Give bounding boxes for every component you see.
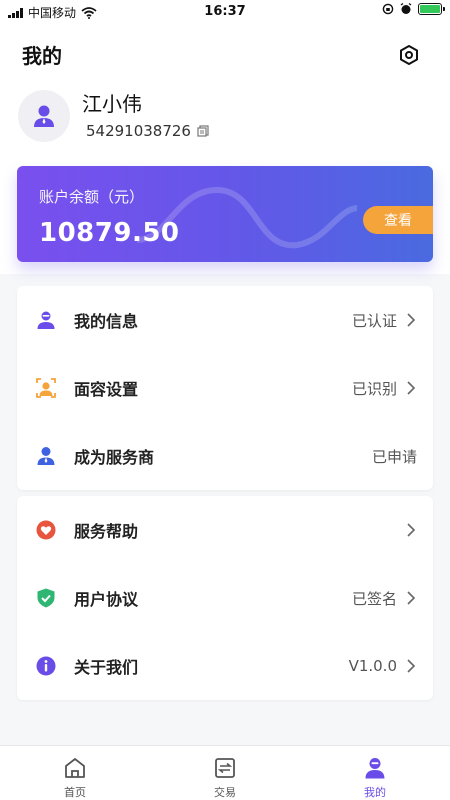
info-icon <box>36 656 56 676</box>
menu-group-about: 服务帮助 用户协议 已签名 关于我们 V1.0.0 <box>17 496 433 700</box>
avatar[interactable] <box>18 90 70 142</box>
menu-item-label: 面容设置 <box>74 380 139 399</box>
tab-label: 首页 <box>64 786 86 799</box>
home-icon <box>65 758 85 778</box>
user-name: 江小伟 <box>82 92 142 116</box>
menu-item-value: 已申请 <box>371 447 417 466</box>
status-right <box>382 3 445 15</box>
tab-profile[interactable]: 我的 <box>300 746 450 800</box>
view-balance-button[interactable]: 查看 <box>363 206 433 234</box>
menu-group-account: 我的信息 已认证 面容设置 已识别 成为服务商 已申请 <box>17 286 433 490</box>
balance-label: 账户余额（元） <box>39 188 145 206</box>
menu-item-label: 我的信息 <box>74 312 139 331</box>
tab-home[interactable]: 首页 <box>0 746 150 800</box>
chevron-right-icon <box>407 381 416 395</box>
trade-icon <box>215 758 235 778</box>
chevron-right-icon <box>407 591 416 605</box>
battery-icon <box>418 3 445 15</box>
page-title: 我的 <box>22 44 62 68</box>
tab-label: 交易 <box>214 786 236 799</box>
user-id: 54291038726 <box>86 122 191 140</box>
balance-amount: 10879.50 <box>39 218 180 248</box>
tab-label: 我的 <box>364 786 386 799</box>
face-scan-icon <box>36 378 56 398</box>
chevron-right-icon <box>407 523 416 537</box>
profile-icon <box>365 758 385 779</box>
tab-trade[interactable]: 交易 <box>150 746 300 800</box>
rotation-lock-icon <box>382 3 394 15</box>
menu-item-label: 服务帮助 <box>74 522 139 541</box>
user-icon <box>37 311 55 329</box>
status-bar: 中国移动 16:37 <box>0 0 450 24</box>
menu-item-service-help[interactable]: 服务帮助 <box>17 496 433 564</box>
menu-item-value: 已签名 <box>351 589 397 608</box>
menu-item-value: 已认证 <box>351 311 397 330</box>
menu-item-value: 已识别 <box>351 379 397 398</box>
shield-check-icon <box>37 588 55 608</box>
menu-item-face-settings[interactable]: 面容设置 已识别 <box>17 354 433 422</box>
menu-item-user-agreement[interactable]: 用户协议 已签名 <box>17 564 433 632</box>
bottom-tab-bar: 首页 交易 我的 <box>0 745 450 800</box>
menu-item-become-provider[interactable]: 成为服务商 已申请 <box>17 422 433 490</box>
menu-item-label: 用户协议 <box>74 590 139 609</box>
balance-card: 账户余额（元） 10879.50 查看 <box>17 166 433 262</box>
copy-icon[interactable] <box>197 125 209 137</box>
service-provider-icon <box>37 447 55 465</box>
user-id-row: 54291038726 <box>86 122 209 140</box>
avatar-person-icon <box>34 105 54 127</box>
menu-item-my-info[interactable]: 我的信息 已认证 <box>17 286 433 354</box>
settings-hexagon-icon[interactable] <box>398 44 420 66</box>
menu-item-value: V1.0.0 <box>348 657 397 675</box>
menu-item-label: 成为服务商 <box>74 448 155 467</box>
chevron-right-icon <box>407 313 416 327</box>
chevron-right-icon <box>407 659 416 673</box>
menu-item-about-us[interactable]: 关于我们 V1.0.0 <box>17 632 433 700</box>
menu-item-label: 关于我们 <box>74 658 139 677</box>
alarm-icon <box>400 3 412 14</box>
heart-icon <box>36 520 56 540</box>
